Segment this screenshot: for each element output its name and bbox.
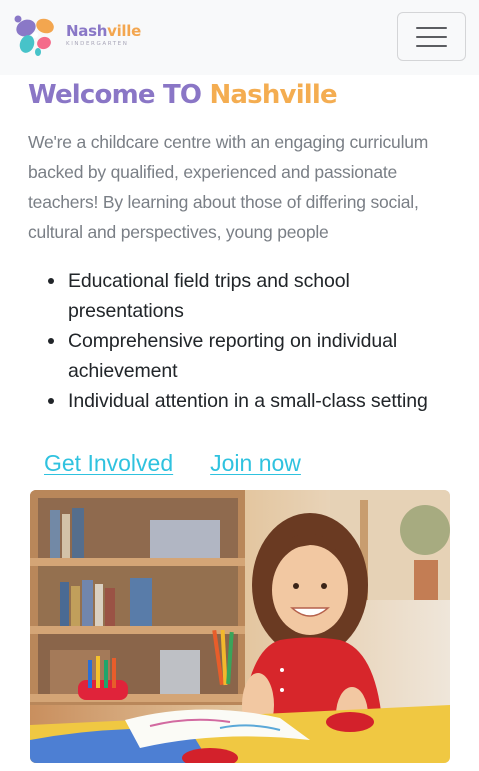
cta-links: Get Involved Join now [44,446,301,482]
navbar: Nashville KINDERGARTEN [0,0,479,75]
menu-toggle-button[interactable] [397,12,466,61]
feature-item: Educational field trips and school prese… [48,266,468,326]
feature-item: Comprehensive reporting on individual ac… [48,326,468,386]
feature-item: Individual attention in a small-class se… [48,386,468,416]
page-title: Welcome TO Nashville [28,80,338,110]
brand-subtitle: KINDERGARTEN [66,41,129,47]
hamburger-icon-bar [416,35,447,38]
feature-list: Educational field trips and school prese… [48,266,468,416]
join-now-link[interactable]: Join now [210,446,301,482]
butterfly-logo-icon [13,14,59,58]
hamburger-icon [416,26,447,29]
brand-name: Nashville [66,22,141,40]
hamburger-icon-bar [416,44,447,47]
brand-logo[interactable]: Nashville KINDERGARTEN [13,14,143,58]
intro-paragraph: We're a childcare centre with an engagin… [28,132,429,242]
brand-text: Nashville KINDERGARTEN [66,23,141,48]
hero-photo-girl-drawing [30,490,450,763]
get-involved-link[interactable]: Get Involved [44,446,173,482]
